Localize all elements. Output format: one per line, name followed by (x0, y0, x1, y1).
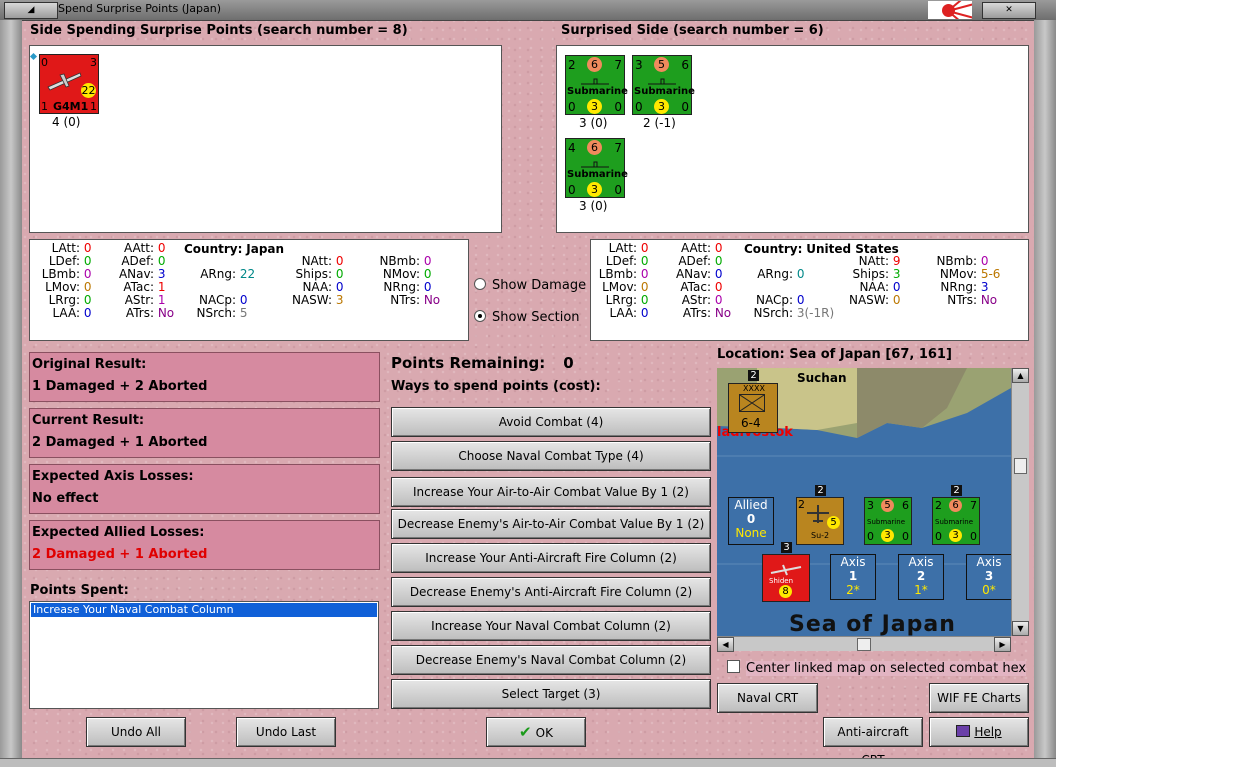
system-menu-button[interactable]: ◢ (4, 2, 58, 19)
map-submarine-counter-1[interactable]: 3 5 6 Submarine 0 3 0 (864, 497, 912, 545)
spending-side-heading: Side Spending Surprise Points (search nu… (30, 23, 408, 38)
g4m1-counter[interactable]: 0 3 22 G4M1 1 1 (39, 54, 99, 114)
submarine-counter-2[interactable]: 3 5 6 Submarine 0 3 0 (632, 55, 695, 115)
ways-to-spend-label: Ways to spend points (cost): (391, 379, 601, 394)
left-frame (0, 20, 22, 766)
surprised-units-panel: 2 6 7 Submarine 0 3 0 3 (0) 3 5 6 Submar… (556, 45, 1029, 233)
allied-box[interactable]: Allied 0 None (728, 497, 774, 545)
location-label: Location: Sea of Japan [67, 161] (717, 347, 952, 362)
us-stats-col1: LAtt: 0 LDef: 0 LBmb: 0 LMov: 0 LRrg: 0 … (598, 241, 649, 320)
infantry-symbol-icon (739, 394, 765, 412)
dialog-window: ◢ Spend Surprise Points (Japan) ✕ Side S… (0, 0, 1056, 767)
japan-flag-icon (928, 1, 972, 19)
axis-box-3[interactable]: Axis 3 0* (966, 554, 1011, 600)
decrease-enemy-air-to-air-button[interactable]: Decrease Enemy's Air-to-Air Combat Value… (391, 509, 711, 539)
japan-stats-col3: ARng: 22 NACp: 0 NSrch: 5 (196, 267, 256, 320)
axis-box-2[interactable]: Axis 2 1* (898, 554, 944, 600)
soviet-army-counter[interactable]: XXXX 6-4 (728, 383, 778, 433)
bomber-aircraft-icon (47, 72, 82, 91)
points-spent-list[interactable]: Increase Your Naval Combat Column (29, 601, 379, 709)
submarine-2-caption: 2 (-1) (643, 116, 676, 130)
increase-aa-column-button[interactable]: Increase Your Anti-Aircraft Fire Column … (391, 543, 711, 573)
naval-crt-button[interactable]: Naval CRT (717, 683, 818, 713)
allied-losses-box: Expected Allied Losses: 2 Damaged + 1 Ab… (29, 520, 380, 570)
wif-charts-button[interactable]: WIF FE Charts (929, 683, 1029, 713)
current-result-box: Current Result: 2 Damaged + 1 Aborted (29, 408, 380, 458)
scroll-thumb (857, 638, 871, 651)
scroll-right-icon: ▶ (994, 637, 1011, 652)
scroll-left-icon: ◀ (717, 637, 734, 652)
increase-naval-column-button[interactable]: Increase Your Naval Combat Column (2) (391, 611, 711, 641)
axis-losses-box: Expected Axis Losses: No effect (29, 464, 380, 514)
sea-name-label: Sea of Japan (789, 612, 956, 636)
scroll-up-icon: ▲ (1012, 368, 1029, 383)
us-stats-panel: LAtt: 0 LDef: 0 LBmb: 0 LMov: 0 LRrg: 0 … (590, 239, 1029, 341)
japan-stats-col2: AAtt: 0 ADef: 0 ANav: 3 ATac: 1 AStr: 1 … (118, 241, 175, 320)
surprised-side-heading: Surprised Side (search number = 6) (561, 23, 824, 38)
help-book-icon (956, 725, 971, 737)
submarine-1-caption: 3 (0) (579, 116, 608, 130)
window-title: Spend Surprise Points (Japan) (58, 2, 222, 15)
ok-button[interactable]: ✔ OK (486, 717, 586, 747)
submarine-3-caption: 3 (0) (579, 199, 608, 213)
map-submarine-counter-2[interactable]: 2 6 7 Submarine 0 3 0 (932, 497, 980, 545)
map-vertical-scrollbar[interactable]: ▲ ▼ (1011, 368, 1029, 636)
spending-units-panel: 0 3 22 G4M1 1 1 4 (0) (29, 45, 502, 233)
show-section-radio[interactable]: Show Section (474, 310, 580, 325)
aircraft-icon (770, 564, 802, 576)
avoid-combat-button[interactable]: Avoid Combat (4) (391, 407, 711, 437)
us-stats-col4: NAtt: 9 Ships: 3 NAA: 0 NASW: 0 (848, 254, 901, 307)
us-stats-col5: NBmb: 0 NMov: 5-6 NRng: 3 NTrs: No (936, 254, 1001, 307)
japan-stats-col1: LAtt: 0 LDef: 0 LBmb: 0 LMov: 0 LRrg: 0 … (41, 241, 92, 320)
undo-all-button[interactable]: Undo All (86, 717, 186, 747)
map-horizontal-scrollbar[interactable]: ◀ ▶ (717, 636, 1011, 652)
center-linked-checkbox[interactable]: Center linked map on selected combat hex (727, 660, 1027, 676)
select-target-button[interactable]: Select Target (3) (391, 679, 711, 709)
submarine-icon (648, 78, 676, 85)
japan-stats-panel: LAtt: 0 LDef: 0 LBmb: 0 LMov: 0 LRrg: 0 … (29, 239, 469, 341)
points-remaining: Points Remaining: 0 (391, 354, 574, 372)
submarine-counter-3[interactable]: 4 6 7 Submarine 0 3 0 (565, 138, 628, 198)
choose-naval-combat-type-button[interactable]: Choose Naval Combat Type (4) (391, 441, 711, 471)
original-result-box: Original Result: 1 Damaged + 2 Aborted (29, 352, 380, 402)
us-stats-col3: ARng: 0 NACp: 0 NSrch: 3(-1R) (753, 267, 835, 320)
scroll-down-icon: ▼ (1012, 621, 1029, 636)
us-stats-col2: AAtt: 0 ADef: 0 ANav: 0 ATac: 0 AStr: 0 … (675, 241, 732, 320)
scroll-thumb (1014, 458, 1027, 474)
submarine-icon (581, 78, 609, 85)
axis-box-1[interactable]: Axis 1 2* (830, 554, 876, 600)
japan-stats-col4: NAtt: 0 Ships: 0 NAA: 0 NASW: 3 (291, 254, 344, 307)
japan-country: Country: Japan (184, 242, 285, 256)
map-japanese-air-counter[interactable]: Shiden 8 (762, 554, 810, 602)
decrease-enemy-aa-column-button[interactable]: Decrease Enemy's Anti-Aircraft Fire Colu… (391, 577, 711, 607)
japan-stats-col5: NBmb: 0 NMov: 0 NRng: 0 NTrs: No (379, 254, 441, 307)
list-item[interactable]: Increase Your Naval Combat Column (31, 603, 377, 617)
aa-crt-button[interactable]: Anti-aircraft CRT (823, 717, 923, 767)
map-label-suchan: Suchan (797, 371, 847, 385)
decrease-enemy-naval-column-button[interactable]: Decrease Enemy's Naval Combat Column (2) (391, 645, 711, 675)
show-damage-radio[interactable]: Show Damage (474, 278, 586, 293)
increase-air-to-air-button[interactable]: Increase Your Air-to-Air Combat Value By… (391, 477, 711, 507)
submarine-counter-1[interactable]: 2 6 7 Submarine 0 3 0 (565, 55, 628, 115)
points-spent-label: Points Spent: (30, 583, 129, 598)
checkmark-icon: ✔ (519, 723, 532, 741)
title-bar: ◢ Spend Surprise Points (Japan) ✕ (0, 0, 1056, 21)
right-frame (1034, 20, 1056, 766)
undo-last-button[interactable]: Undo Last (236, 717, 336, 747)
help-button[interactable]: Help (929, 717, 1029, 747)
su2-counter[interactable]: 2 5 Su-2 (796, 497, 844, 545)
selection-diamond-icon (29, 52, 38, 61)
submarine-icon (581, 161, 609, 168)
close-button[interactable]: ✕ (982, 2, 1036, 19)
g4m1-caption: 4 (0) (52, 115, 81, 129)
combat-map[interactable]: Suchan ladivostok 2 XXXX 6-4 Allied 0 No… (717, 368, 1011, 636)
